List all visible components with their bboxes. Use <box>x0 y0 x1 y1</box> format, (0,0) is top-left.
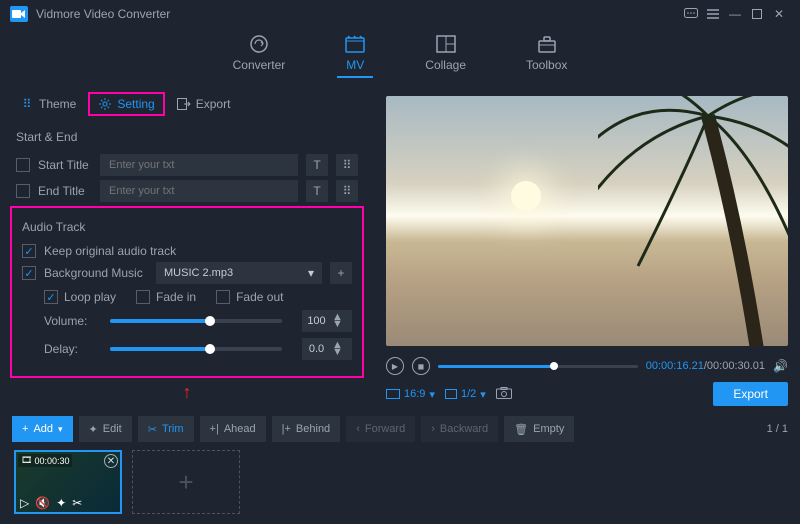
time-display: 00:00:16.21/00:00:30.01 <box>646 360 765 372</box>
bg-music-select[interactable]: MUSIC 2.mp3 ▾ <box>156 262 322 284</box>
tab-mv[interactable]: MV <box>337 34 373 78</box>
toolbox-icon <box>537 34 557 54</box>
volume-slider[interactable] <box>110 319 282 323</box>
volume-label: Volume: <box>44 314 90 328</box>
tab-label: Converter <box>233 58 286 72</box>
keep-audio-checkbox[interactable] <box>22 244 36 258</box>
add-clip-slot[interactable]: + <box>132 450 240 514</box>
snapshot-button[interactable] <box>496 387 512 402</box>
play-button[interactable]: ▶ <box>386 357 404 375</box>
scale-select[interactable]: 1/2 ▾ <box>445 388 486 401</box>
backward-button: ›Backward <box>421 416 498 442</box>
bg-music-checkbox[interactable] <box>22 266 36 280</box>
trim-clip-icon[interactable]: ✂ <box>72 496 82 510</box>
maximize-button[interactable] <box>746 3 768 25</box>
close-button[interactable]: ✕ <box>768 3 790 25</box>
clip-counter: 1 / 1 <box>767 423 788 435</box>
aspect-ratio-select[interactable]: 16:9 ▾ <box>386 388 435 401</box>
volume-value[interactable]: 100▲▼ <box>302 310 352 332</box>
bg-music-label: Background Music <box>44 266 148 280</box>
chevron-down-icon: ▾ <box>480 388 486 401</box>
edit-button[interactable]: ✦Edit <box>79 416 132 442</box>
subtab-export[interactable]: Export <box>167 92 241 116</box>
tab-label: Toolbox <box>526 58 567 72</box>
add-music-button[interactable]: + <box>330 262 352 284</box>
delay-label: Delay: <box>44 342 90 356</box>
collage-icon <box>436 34 456 54</box>
feedback-icon[interactable] <box>680 3 702 25</box>
text-style-button[interactable]: T <box>306 180 328 202</box>
loop-checkbox[interactable] <box>44 290 58 304</box>
clip-thumbnail[interactable]: 🎞00:00:30 ✕ ▷ 🔇 ✦ ✂ <box>14 450 122 514</box>
grid-icon: ⠿ <box>20 97 34 111</box>
subtab-label: Theme <box>39 97 76 111</box>
clip-duration: 🎞00:00:30 <box>18 454 72 467</box>
audio-track-section: Audio Track Keep original audio track Ba… <box>10 206 364 378</box>
subtab-label: Setting <box>117 97 154 111</box>
play-icon[interactable]: ▷ <box>20 496 29 510</box>
fadein-checkbox[interactable] <box>136 290 150 304</box>
behind-button[interactable]: |+Behind <box>272 416 341 442</box>
end-title-label: End Title <box>38 184 92 198</box>
keep-audio-label: Keep original audio track <box>44 244 176 258</box>
mute-icon[interactable]: 🔇 <box>35 496 50 510</box>
add-button[interactable]: +Add▾ <box>12 416 73 442</box>
start-title-input[interactable] <box>100 154 298 176</box>
export-button[interactable]: Export <box>713 382 788 406</box>
trim-button[interactable]: ✂Trim <box>138 416 194 442</box>
stop-button[interactable]: ◼ <box>412 357 430 375</box>
subtab-label: Export <box>196 97 231 111</box>
audio-heading: Audio Track <box>16 214 358 240</box>
app-logo <box>10 6 28 22</box>
remove-clip-button[interactable]: ✕ <box>104 454 118 468</box>
tab-label: MV <box>346 58 364 72</box>
trash-icon: 🗑 <box>514 423 528 436</box>
tab-toolbox[interactable]: Toolbox <box>518 34 575 78</box>
forward-button: ‹Forward <box>346 416 415 442</box>
edit-clip-icon[interactable]: ✦ <box>56 496 66 510</box>
seek-slider[interactable] <box>438 365 638 368</box>
menu-icon[interactable] <box>702 3 724 25</box>
subtab-theme[interactable]: ⠿ Theme <box>10 92 86 116</box>
delay-slider[interactable] <box>110 347 282 351</box>
chevron-down-icon: ▾ <box>429 388 435 401</box>
tab-label: Collage <box>425 58 466 72</box>
converter-icon <box>249 34 269 54</box>
end-title-input[interactable] <box>100 180 298 202</box>
fadein-label: Fade in <box>156 290 196 304</box>
fadeout-label: Fade out <box>236 290 283 304</box>
text-style-button[interactable]: T <box>306 154 328 176</box>
export-icon <box>177 97 191 111</box>
minimize-button[interactable]: — <box>724 3 746 25</box>
empty-button[interactable]: 🗑Empty <box>504 416 574 442</box>
video-preview <box>386 96 788 346</box>
chevron-down-icon: ▾ <box>308 266 314 280</box>
start-title-label: Start Title <box>38 158 92 172</box>
wand-icon: ✦ <box>89 423 98 436</box>
startend-heading: Start & End <box>10 124 364 150</box>
scissors-icon: ✂ <box>148 423 157 436</box>
start-title-checkbox[interactable] <box>16 158 30 172</box>
tab-converter[interactable]: Converter <box>225 34 294 78</box>
palm-tree-image <box>598 96 788 346</box>
gear-icon <box>98 97 112 111</box>
subtab-setting[interactable]: Setting <box>88 92 164 116</box>
text-align-button[interactable]: ⠿ <box>336 154 358 176</box>
text-align-button[interactable]: ⠿ <box>336 180 358 202</box>
end-title-checkbox[interactable] <box>16 184 30 198</box>
fadeout-checkbox[interactable] <box>216 290 230 304</box>
mv-icon <box>345 34 365 54</box>
app-title: Vidmore Video Converter <box>36 7 680 21</box>
loop-label: Loop play <box>64 290 116 304</box>
volume-icon[interactable]: 🔊 <box>773 359 788 373</box>
annotation-arrow: ↑ <box>10 382 364 403</box>
bg-music-value: MUSIC 2.mp3 <box>164 267 302 279</box>
tab-collage[interactable]: Collage <box>417 34 474 78</box>
ahead-button[interactable]: +|Ahead <box>200 416 266 442</box>
delay-value[interactable]: 0.0▲▼ <box>302 338 352 360</box>
